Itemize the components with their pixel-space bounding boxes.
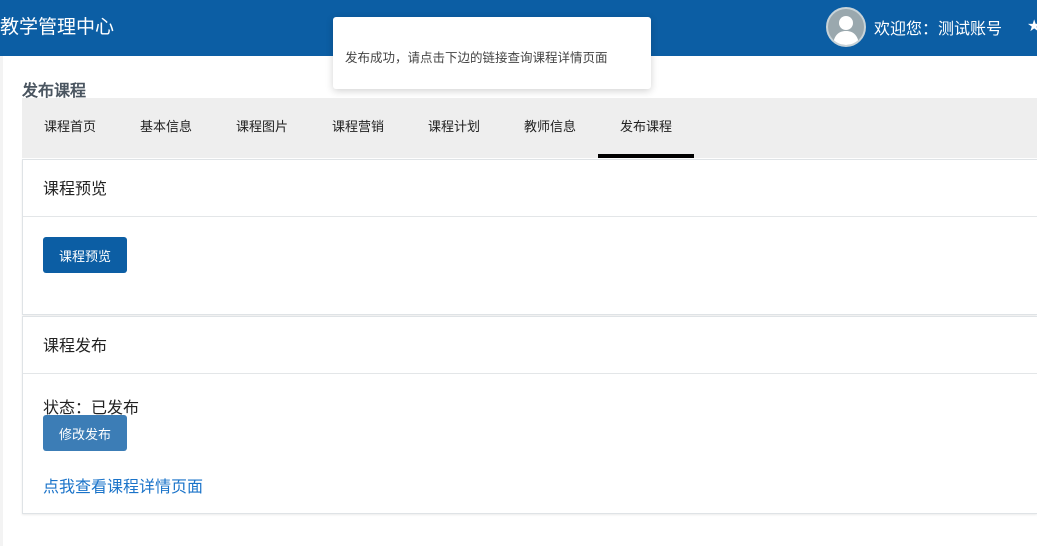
- welcome-text: 欢迎您：测试账号: [874, 19, 1003, 38]
- tab-basic-info[interactable]: 基本信息: [118, 98, 214, 158]
- course-preview-panel: 课程预览 课程预览: [22, 159, 1037, 315]
- modify-publish-button[interactable]: 修改发布: [43, 415, 128, 451]
- tab-teacher-info[interactable]: 教师信息: [502, 98, 598, 158]
- user-area[interactable]: 欢迎您：测试账号: [826, 7, 1002, 47]
- star-icon[interactable]: ★: [1027, 16, 1037, 36]
- course-preview-button[interactable]: 课程预览: [43, 237, 128, 273]
- user-avatar-icon[interactable]: [826, 7, 866, 47]
- tab-course-images[interactable]: 课程图片: [214, 98, 310, 158]
- course-preview-panel-title: 课程预览: [23, 160, 1037, 217]
- tab-bar: 课程首页 基本信息 课程图片 课程营销 课程计划 教师信息 发布课程: [22, 98, 1037, 158]
- tab-course-plan[interactable]: 课程计划: [406, 98, 502, 158]
- sidebar-edge: [0, 56, 3, 546]
- app-title: 教学管理中心: [0, 16, 115, 38]
- course-publish-panel-title: 课程发布: [23, 317, 1037, 374]
- tab-publish-course[interactable]: 发布课程: [598, 98, 694, 158]
- tab-course-home[interactable]: 课程首页: [22, 98, 118, 158]
- success-toast: 发布成功，请点击下边的链接查询课程详情页面: [333, 17, 651, 89]
- course-publish-panel: 课程发布 状态：已发布 修改发布 点我查看课程详情页面: [22, 316, 1037, 514]
- course-detail-link[interactable]: 点我查看课程详情页面: [43, 473, 203, 497]
- tab-course-marketing[interactable]: 课程营销: [310, 98, 406, 158]
